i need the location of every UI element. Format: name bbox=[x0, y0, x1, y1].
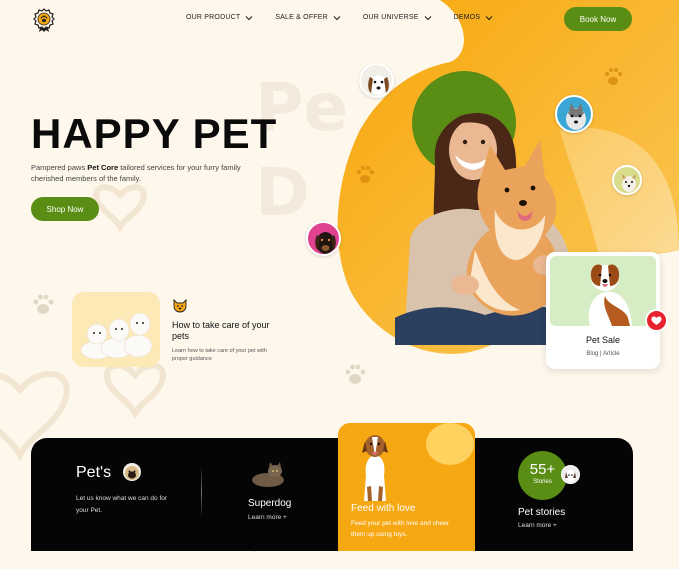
pet-sale-card[interactable]: Pet Sale Blog | Article bbox=[546, 252, 660, 369]
cat-image bbox=[248, 456, 288, 488]
dog-image bbox=[362, 435, 388, 501]
pets-title: Pet's bbox=[76, 464, 112, 481]
pet-sale-title: Pet Sale bbox=[585, 335, 621, 345]
feed-with-love-card[interactable]: Feed with love Feed your pet with love a… bbox=[338, 423, 475, 551]
chevron-down-icon bbox=[485, 15, 493, 20]
svg-text:D: D bbox=[255, 154, 310, 231]
main-nav: OUR PRODUCT SALE & OFFER OUR UNIVERSE DE… bbox=[186, 14, 493, 21]
hero-description: Pampered paws Pet Core tailored services… bbox=[31, 163, 241, 183]
feed-title: Feed with love bbox=[351, 503, 416, 514]
stories-title: Pet stories bbox=[518, 507, 566, 518]
paw-badge-logo[interactable] bbox=[33, 8, 55, 32]
nav-demos[interactable]: DEMOS bbox=[454, 14, 494, 21]
chevron-down-icon bbox=[424, 15, 431, 20]
pet-sale-subtitle: Blog | Article bbox=[586, 351, 620, 357]
pug-avatar bbox=[123, 463, 141, 481]
superdog-learn-more[interactable]: Learn more + bbox=[248, 512, 287, 524]
feed-description: Feed your pet with love and cheer them u… bbox=[351, 520, 449, 538]
stories-avatar bbox=[561, 465, 580, 484]
avatar-small-dog bbox=[612, 165, 642, 195]
nav-our-product[interactable]: OUR PRODUCT bbox=[186, 14, 253, 21]
care-subtitle: Learn how to take care of your pet with … bbox=[172, 348, 267, 362]
pets-description: Let us know what we can do for your Pet. bbox=[76, 495, 168, 514]
stories-learn-more[interactable]: Learn more + bbox=[518, 520, 557, 532]
heart-icon[interactable] bbox=[645, 309, 668, 332]
shop-now-button[interactable]: Shop Now bbox=[31, 197, 99, 221]
brand-name: Pet Core bbox=[87, 163, 119, 172]
saint-bernard-image bbox=[550, 256, 656, 326]
chevron-down-icon bbox=[333, 15, 341, 20]
column-divider bbox=[201, 466, 202, 518]
chevron-down-icon bbox=[245, 15, 253, 20]
nav-our-universe[interactable]: OUR UNIVERSE bbox=[363, 14, 432, 21]
nav-sale-offer[interactable]: SALE & OFFER bbox=[275, 14, 341, 21]
avatar-black-dog bbox=[306, 221, 341, 256]
hero-title: HAPPY PET bbox=[31, 110, 278, 157]
puppies-image[interactable] bbox=[72, 292, 160, 367]
superdog-title: Superdog bbox=[248, 498, 292, 509]
care-title-link[interactable]: How to take care of your pets bbox=[172, 320, 287, 342]
avatar-husky bbox=[555, 95, 593, 133]
stories-count-badge: 55+ Stories bbox=[518, 451, 567, 500]
dog-face-icon bbox=[173, 298, 187, 313]
book-now-button[interactable]: Book Now bbox=[564, 7, 632, 31]
avatar-beagle bbox=[359, 63, 394, 98]
decorative-circle bbox=[426, 423, 474, 465]
